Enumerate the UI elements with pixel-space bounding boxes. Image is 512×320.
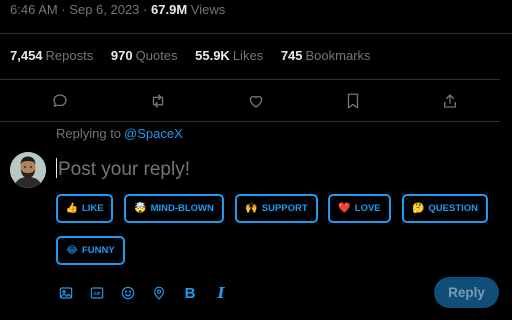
bookmarks-count: 745: [280, 48, 303, 63]
views-count: 67.9M: [151, 2, 188, 17]
reply-icon[interactable]: [49, 90, 71, 112]
replying-to: Replying to @SpaceX: [56, 126, 183, 141]
reaction-label: SUPPORT: [261, 203, 308, 214]
post-time[interactable]: 6:46 AM: [10, 2, 58, 17]
bookmarks-label: Bookmarks: [305, 48, 371, 63]
reaction-like-button[interactable]: 👍 LIKE: [56, 194, 113, 223]
thumbs-up-icon: 👍: [65, 203, 78, 214]
avatar-image: [10, 152, 46, 188]
post-meta: 6:46 AM · Sep 6, 2023 · 67.9M Views: [10, 2, 225, 17]
divider: [0, 121, 500, 122]
italic-icon[interactable]: I: [212, 284, 230, 302]
like-icon[interactable]: [245, 90, 267, 112]
likes-count: 55.9K: [195, 48, 230, 63]
stat-likes[interactable]: 55.9K Likes: [195, 48, 263, 63]
divider: [0, 79, 500, 80]
gif-icon[interactable]: GIF: [88, 284, 106, 302]
quotes-count: 970: [110, 48, 133, 63]
share-icon[interactable]: [439, 90, 461, 112]
divider: [0, 33, 512, 34]
reaction-label: LOVE: [354, 203, 381, 214]
image-icon[interactable]: [57, 284, 75, 302]
reaction-label: MIND-BLOWN: [150, 203, 214, 214]
gif-label: GIF: [93, 291, 101, 296]
composer-placeholder: Post your reply!: [58, 159, 190, 180]
location-icon[interactable]: [150, 284, 168, 302]
reaction-question-button[interactable]: 🤔 QUESTION: [402, 194, 488, 223]
bold-glyph: B: [184, 284, 196, 302]
bold-icon[interactable]: B: [181, 284, 199, 302]
reaction-mind-blown-button[interactable]: 🤯 MIND-BLOWN: [124, 194, 224, 223]
views-label: Views: [190, 2, 226, 17]
avatar[interactable]: [10, 152, 46, 188]
reposts-label: Reposts: [45, 48, 94, 63]
stat-reposts[interactable]: 7,454 Reposts: [10, 48, 93, 63]
replying-to-handle[interactable]: @SpaceX: [124, 126, 183, 141]
reposts-count: 7,454: [10, 48, 43, 63]
heart-icon: ❤️: [338, 203, 351, 214]
meta-separator: ·: [61, 2, 66, 17]
meta-separator: ·: [143, 2, 148, 17]
reaction-label: FUNNY: [81, 245, 115, 256]
post-date[interactable]: Sep 6, 2023: [69, 2, 139, 17]
engagement-stats: 7,454 Reposts 970 Quotes 55.9K Likes 745 Boo…: [10, 48, 385, 63]
stat-quotes[interactable]: 970 Quotes: [111, 48, 178, 63]
thinking-face-icon: 🤔: [411, 203, 425, 214]
laughing-face-icon: 😂: [66, 245, 78, 256]
reaction-support-button[interactable]: 🙌 SUPPORT: [235, 194, 318, 223]
emoji-icon[interactable]: [119, 284, 137, 302]
italic-glyph: I: [217, 284, 225, 302]
bookmark-icon[interactable]: [342, 90, 364, 112]
reply-button[interactable]: Reply: [434, 277, 499, 308]
reply-composer[interactable]: Post your reply!: [56, 158, 190, 181]
reaction-label: QUESTION: [428, 203, 479, 214]
replying-to-label: Replying to: [56, 126, 122, 141]
mind-blown-icon: 🤯: [134, 203, 147, 214]
reaction-label: LIKE: [81, 203, 104, 214]
raised-hands-icon: 🙌: [245, 203, 258, 214]
text-cursor: [56, 158, 57, 178]
quotes-label: Quotes: [135, 48, 178, 63]
stat-bookmarks[interactable]: 745 Bookmarks: [281, 48, 371, 63]
likes-label: Likes: [232, 48, 264, 63]
reaction-love-button[interactable]: ❤️ LOVE: [328, 194, 391, 223]
repost-icon[interactable]: [147, 90, 169, 112]
reaction-funny-button[interactable]: 😂 FUNNY: [56, 236, 125, 265]
